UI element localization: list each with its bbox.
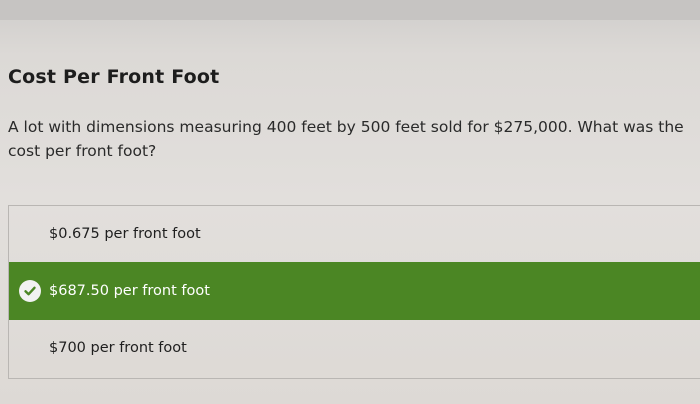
answer-option-label: $700 per front foot	[49, 340, 187, 356]
answer-options: $0.675 per front foot $687.50 per front …	[8, 205, 700, 379]
page-title: Cost Per Front Foot	[8, 66, 220, 88]
answer-option-1[interactable]: $0.675 per front foot	[9, 206, 700, 262]
quiz-screen: Cost Per Front Foot A lot with dimension…	[0, 0, 700, 404]
answer-option-3[interactable]: $700 per front foot	[9, 320, 700, 376]
top-band	[0, 0, 700, 20]
answer-option-label: $0.675 per front foot	[49, 226, 201, 242]
question-text: A lot with dimensions measuring 400 feet…	[8, 118, 684, 160]
answer-option-2-selected[interactable]: $687.50 per front foot	[9, 262, 700, 320]
check-circle-icon	[19, 280, 41, 302]
answer-option-label: $687.50 per front foot	[49, 283, 210, 299]
